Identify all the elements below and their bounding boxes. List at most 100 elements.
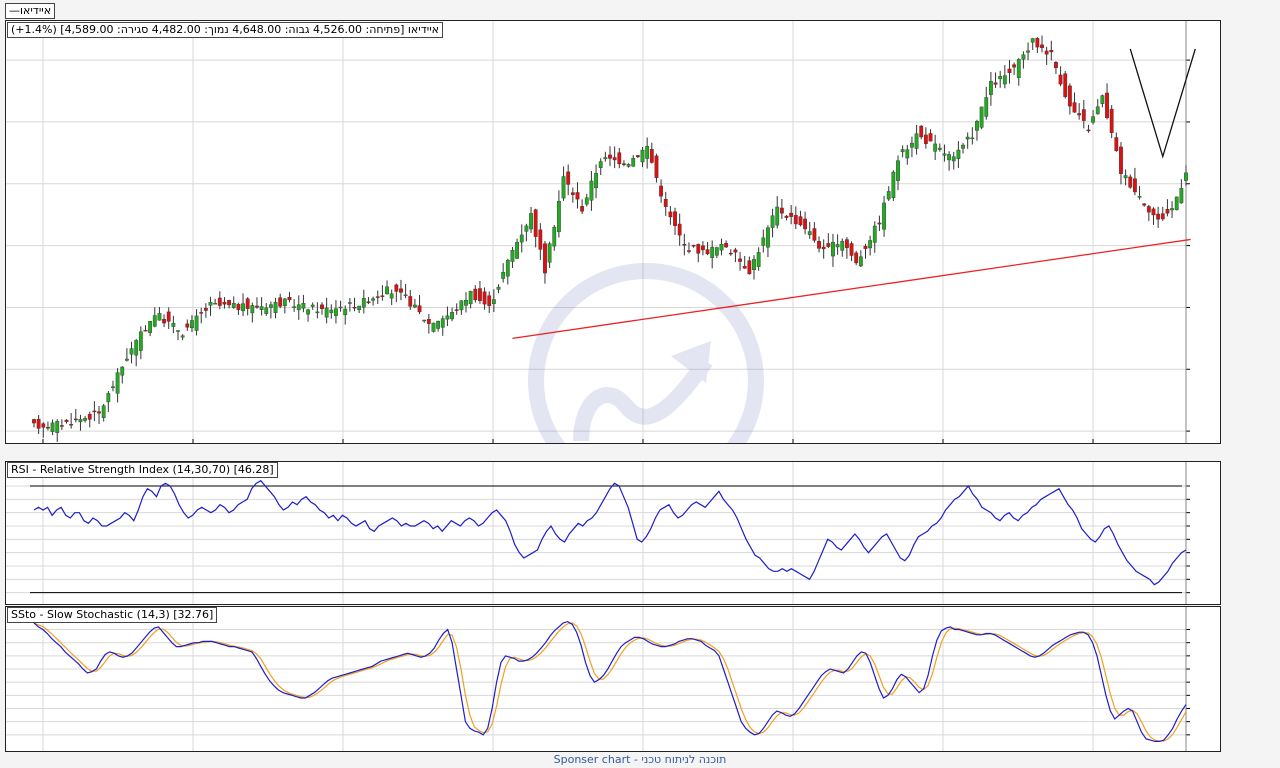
rsi-pane[interactable] <box>5 461 1221 605</box>
candle-body <box>426 319 431 324</box>
candle-body <box>1086 129 1091 132</box>
candle-body <box>645 146 650 159</box>
candle-body <box>612 157 617 161</box>
candle-body <box>905 149 910 159</box>
candle-body <box>1128 176 1133 188</box>
candle-body <box>691 244 696 247</box>
candle-body <box>320 304 324 309</box>
candle-body <box>933 143 938 152</box>
candle-body <box>872 225 877 243</box>
candle-body <box>882 202 886 230</box>
candle-body <box>728 252 733 255</box>
candle-body <box>1007 68 1012 73</box>
candle-body <box>157 313 162 321</box>
candle-body <box>199 312 204 314</box>
price-pane[interactable] <box>5 20 1221 444</box>
candle-body <box>919 125 924 138</box>
candle-body <box>422 319 427 322</box>
candle-body <box>36 418 41 429</box>
candle-body <box>673 211 677 226</box>
price-chart[interactable] <box>6 21 1220 443</box>
candle-body <box>951 156 956 162</box>
candle-body <box>213 302 218 305</box>
candle-body <box>696 244 701 254</box>
candle-body <box>770 215 775 228</box>
candle-body <box>417 305 422 313</box>
candle-body <box>1095 106 1100 115</box>
candle-body <box>1109 108 1114 133</box>
rsi-chart[interactable] <box>6 462 1220 604</box>
candle-body <box>1058 74 1063 85</box>
rsi-line <box>33 479 1187 586</box>
candle-body <box>315 311 320 314</box>
candle-body <box>236 304 241 310</box>
candle-body <box>185 323 190 328</box>
candle-body <box>543 243 547 274</box>
candle-body <box>148 321 153 333</box>
candle-body <box>496 286 501 290</box>
candle-body <box>608 154 612 159</box>
candle-body <box>626 164 631 167</box>
candle-body <box>714 247 719 256</box>
candle-body <box>1142 203 1147 206</box>
candle-body <box>171 322 176 327</box>
candle-body <box>724 242 729 248</box>
candle-body <box>831 241 835 257</box>
candle-body <box>603 157 608 160</box>
stoch-k-line <box>33 620 1187 742</box>
candle-body <box>752 259 756 271</box>
candle-body <box>1063 73 1068 97</box>
candle-body <box>1156 213 1161 220</box>
candle-body <box>891 171 896 198</box>
candle-body <box>803 218 807 230</box>
candle-body <box>194 315 199 331</box>
candle-body <box>622 163 626 165</box>
candle-body <box>668 211 673 218</box>
candle-body <box>515 242 519 259</box>
candle-body <box>812 228 817 241</box>
stoch-chart[interactable] <box>6 607 1220 751</box>
candle-body <box>1146 206 1151 213</box>
candle-body <box>719 244 724 251</box>
candle-body <box>1067 85 1072 107</box>
candle-body <box>352 306 357 309</box>
candle-body <box>1091 116 1095 123</box>
candle-body <box>278 297 283 307</box>
candle-body <box>413 304 417 308</box>
candle-body <box>798 216 803 226</box>
candle-body <box>1030 38 1035 43</box>
candle-body <box>1026 50 1030 53</box>
candle-body <box>835 244 840 248</box>
candle-body <box>473 288 478 301</box>
candle-body <box>817 241 821 249</box>
candle-body <box>431 322 436 332</box>
candle-body <box>738 258 742 262</box>
candle-body <box>993 82 998 85</box>
candle-body <box>524 225 529 232</box>
candle-body <box>789 212 794 217</box>
candle-body <box>937 147 942 150</box>
candle-body <box>120 366 125 376</box>
candle-body <box>784 215 789 218</box>
candle-body <box>78 418 83 423</box>
candle-body <box>631 158 636 167</box>
candle-body <box>143 329 148 332</box>
stoch-info-label: SSto - Slow Stochastic (14,3) [32.76] <box>7 607 218 623</box>
candle-body <box>854 252 859 264</box>
candle-body <box>125 358 129 361</box>
candle-body <box>947 154 951 161</box>
candle-body <box>1054 62 1058 69</box>
candle-body <box>1184 172 1188 181</box>
stoch-pane[interactable] <box>5 606 1221 752</box>
candle-body <box>598 161 603 168</box>
candle-body <box>46 426 50 429</box>
candle-body <box>984 97 989 117</box>
candle-body <box>394 284 399 292</box>
candle-body <box>306 309 310 315</box>
candle-body <box>547 243 552 263</box>
candle-body <box>640 149 645 163</box>
candle-body <box>584 197 589 205</box>
candle-body <box>129 348 134 355</box>
candle-body <box>250 305 255 314</box>
rsi-info-label: RSI - Relative Strength Index (14,30,70)… <box>7 462 278 478</box>
